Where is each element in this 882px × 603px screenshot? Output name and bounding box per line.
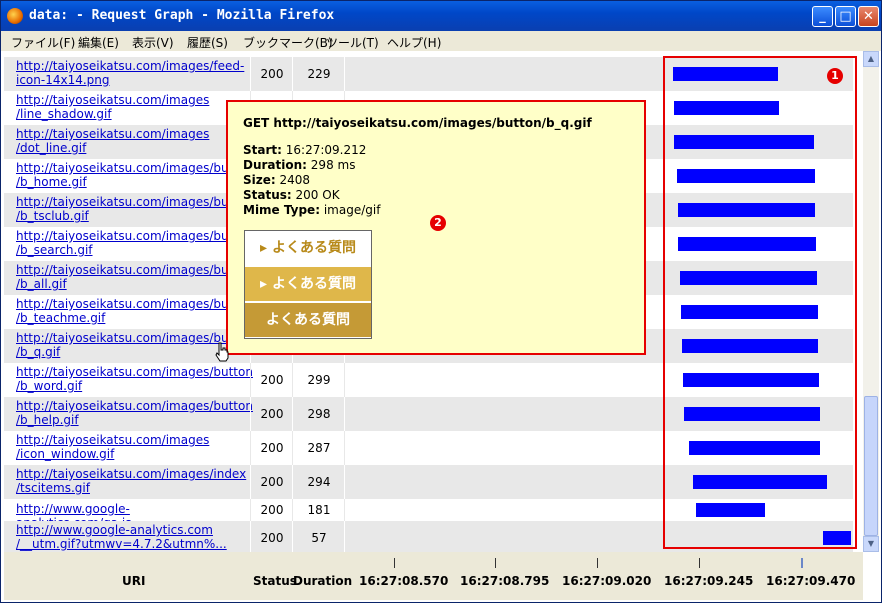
uri-link[interactable]: http://taiyoseikatsu.com/images/icon_win…	[16, 433, 236, 461]
duration-cell: 181	[307, 503, 331, 517]
duration-cell: 294	[307, 475, 331, 489]
uri-link[interactable]: http://taiyoseikatsu.com/images/button/b…	[16, 263, 253, 291]
uri-link[interactable]: http://taiyoseikatsu.com/images/index/ts…	[16, 467, 246, 495]
status-cell: 200	[260, 503, 284, 517]
menu-bookmarks[interactable]: ブックマーク(B)	[243, 34, 333, 51]
menu-history[interactable]: 履歴(S)	[187, 34, 228, 51]
menu-file[interactable]: ファイル(F)	[11, 34, 75, 51]
duration-cell: 298	[307, 407, 331, 421]
tooltip-size: Size: 2408	[243, 173, 311, 187]
duration-cell: 299	[307, 373, 331, 387]
preview-button-normal: ▸ よくある質問	[245, 231, 371, 265]
hand-cursor-icon	[215, 342, 229, 362]
timeline-highlight-box	[663, 56, 857, 549]
uri-link[interactable]: http://taiyoseikatsu.com/images/button/b…	[16, 195, 253, 223]
uri-link[interactable]: http://taiyoseikatsu.com/images/button/b…	[16, 297, 253, 325]
scroll-down-arrow-icon[interactable]: ▼	[863, 536, 879, 552]
firefox-icon	[7, 8, 23, 24]
timeline-tick-label: 16:27:09.470	[766, 574, 856, 588]
tooltip-mime-type: Mime Type: image/gif	[243, 203, 381, 217]
timeline-tick-label: 16:27:08.570	[359, 574, 449, 588]
duration-cell: 287	[307, 441, 331, 455]
status-cell: 200	[260, 441, 284, 455]
annotation-badge-2: 2	[430, 215, 446, 231]
title-bar: data: - Request Graph - Mozilla Firefox …	[1, 1, 881, 31]
timeline-tick	[801, 558, 803, 568]
status-cell: 200	[260, 67, 284, 81]
uri-link[interactable]: http://taiyoseikatsu.com/images/feed-ico…	[16, 59, 244, 87]
menu-edit[interactable]: 編集(E)	[78, 34, 119, 51]
timeline-tick	[394, 558, 395, 568]
preview-button-active: よくある質問	[245, 303, 371, 337]
menu-help[interactable]: ヘルプ(H)	[387, 34, 441, 51]
status-cell: 200	[260, 531, 284, 545]
uri-link[interactable]: http://taiyoseikatsu.com/images/dot_line…	[16, 127, 236, 155]
duration-column-label: Duration	[293, 574, 353, 588]
timeline-footer: URI Status Duration 16:27:08.570 16:27:0…	[4, 552, 863, 600]
status-cell: 200	[260, 407, 284, 421]
tooltip-start: Start: 16:27:09.212	[243, 143, 367, 157]
status-cell: 200	[260, 373, 284, 387]
menu-view[interactable]: 表示(V)	[132, 34, 174, 51]
scroll-thumb[interactable]	[864, 396, 878, 536]
timeline-tick-label: 16:27:08.795	[460, 574, 550, 588]
image-preview: ▸ よくある質問 ▸ よくある質問 よくある質問	[244, 230, 372, 339]
tooltip-duration: Duration: 298 ms	[243, 158, 356, 172]
uri-column-label: URI	[122, 574, 146, 588]
window-title: data: - Request Graph - Mozilla Firefox	[29, 8, 335, 23]
timeline-tick-label: 16:27:09.245	[664, 574, 754, 588]
annotation-badge-1: 1	[827, 68, 843, 84]
status-cell: 200	[260, 475, 284, 489]
uri-link[interactable]: http://taiyoseikatsu.com/images/button/b…	[16, 399, 253, 427]
tooltip-request-url: GET http://taiyoseikatsu.com/images/butt…	[243, 116, 592, 130]
tooltip-status: Status: 200 OK	[243, 188, 340, 202]
timeline-tick-label: 16:27:09.020	[562, 574, 652, 588]
status-column-label: Status	[253, 574, 297, 588]
menu-bar: ファイル(F) 編集(E) 表示(V) 履歴(S) ブックマーク(B) ツール(…	[1, 31, 881, 51]
maximize-button[interactable]: □	[835, 6, 856, 27]
duration-cell: 229	[307, 67, 331, 81]
timeline-tick	[597, 558, 598, 568]
duration-cell: 57	[311, 531, 327, 545]
uri-link[interactable]: http://www.google-analytics.com/__utm.gi…	[16, 523, 236, 551]
scroll-up-arrow-icon[interactable]: ▲	[863, 51, 879, 67]
minimize-button[interactable]: _	[812, 6, 833, 27]
menu-tools[interactable]: ツール(T)	[326, 34, 379, 51]
uri-link[interactable]: http://taiyoseikatsu.com/images/button/b…	[16, 331, 253, 359]
timeline-tick	[699, 558, 700, 568]
uri-link[interactable]: http://taiyoseikatsu.com/images/button/b…	[16, 365, 253, 393]
browser-window: data: - Request Graph - Mozilla Firefox …	[0, 0, 882, 603]
preview-button-hover: ▸ よくある質問	[245, 267, 371, 301]
uri-link[interactable]: http://taiyoseikatsu.com/images/button/b…	[16, 161, 253, 189]
vertical-scrollbar[interactable]: ▲ ▼	[863, 51, 879, 552]
close-button[interactable]: ✕	[858, 6, 879, 27]
uri-link[interactable]: http://taiyoseikatsu.com/images/button/b…	[16, 229, 253, 257]
uri-link[interactable]: http://taiyoseikatsu.com/images/line_sha…	[16, 93, 236, 121]
timeline-tick	[495, 558, 496, 568]
